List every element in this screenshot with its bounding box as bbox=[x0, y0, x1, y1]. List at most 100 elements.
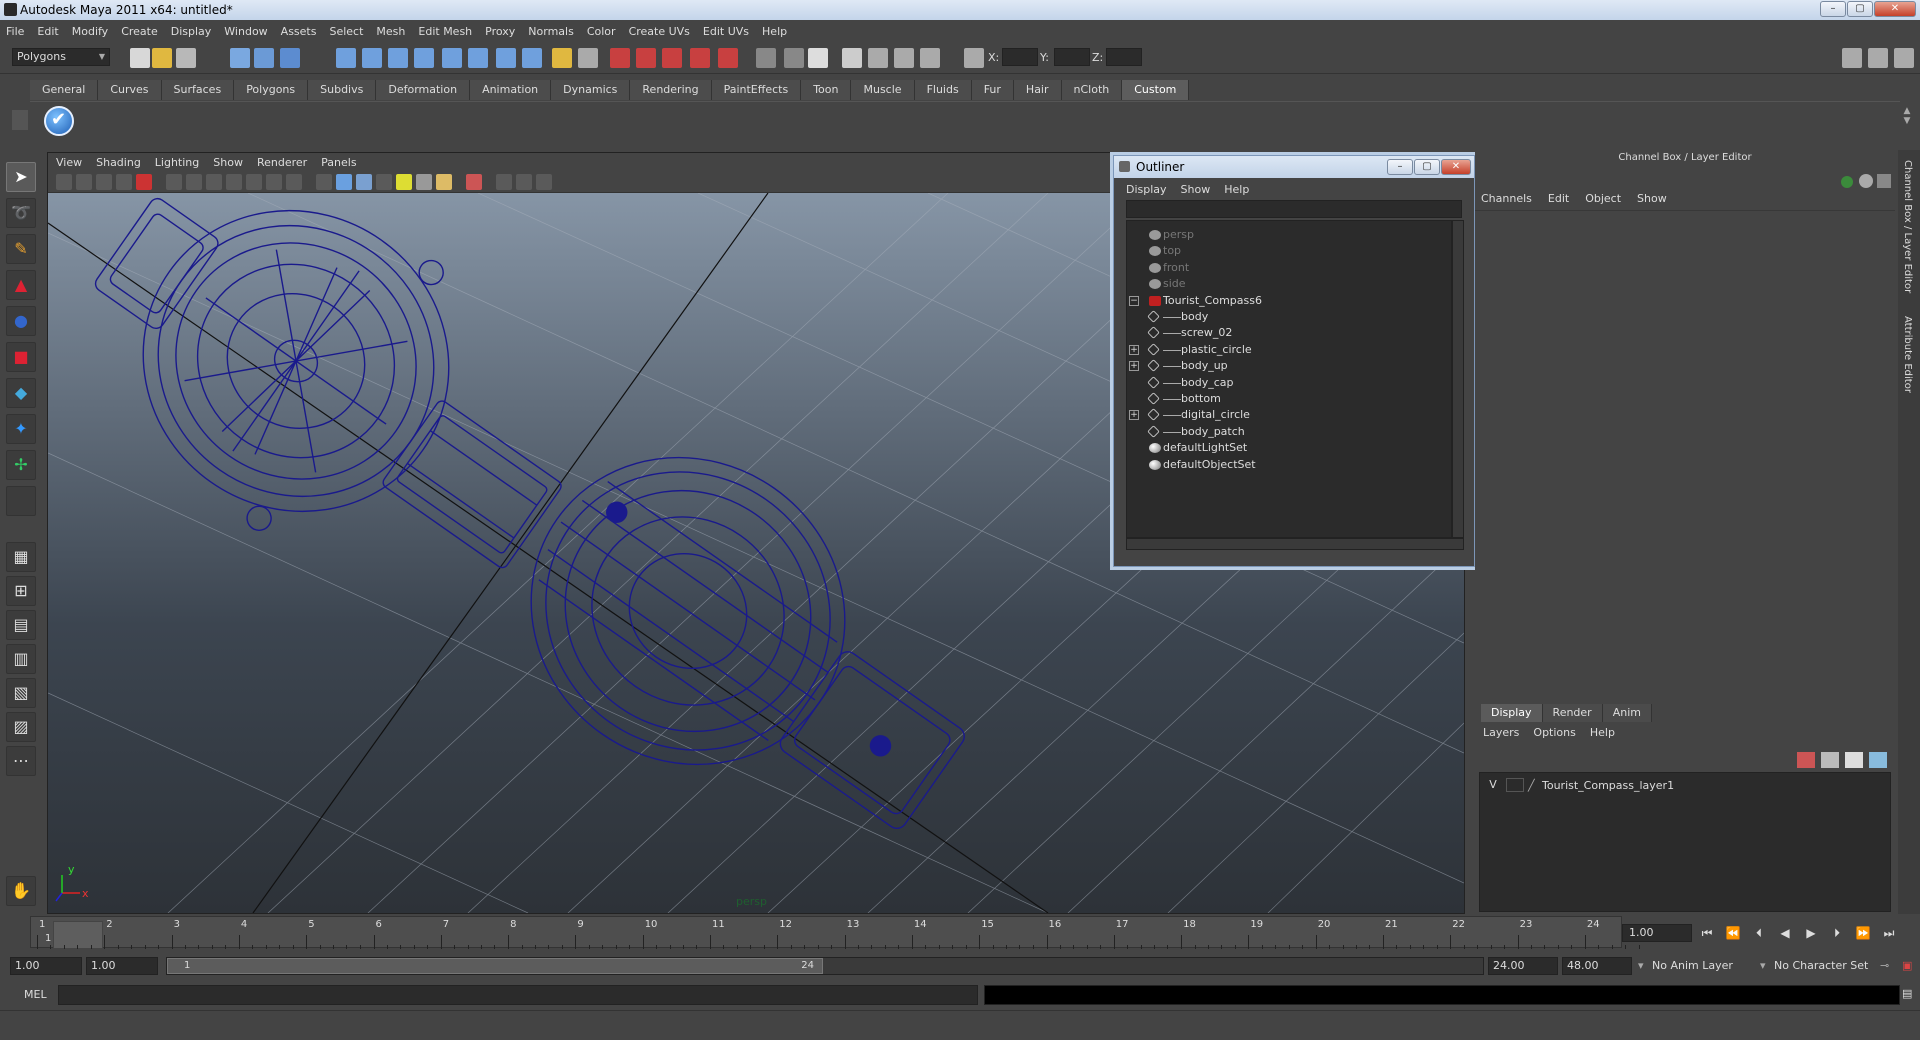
camera-lock-icon[interactable] bbox=[136, 174, 152, 190]
range-slider[interactable]: 1 24 bbox=[166, 957, 1484, 975]
paint-select-tool-icon[interactable]: ✎ bbox=[6, 234, 36, 264]
save-scene-icon[interactable] bbox=[176, 48, 196, 68]
layer-name[interactable]: Tourist_Compass_layer1 bbox=[1542, 779, 1674, 792]
manipulator-tool-icon[interactable]: ◆ bbox=[6, 378, 36, 408]
playback-end-field[interactable]: 24.00 bbox=[1488, 957, 1558, 975]
shelf-tab-surfaces[interactable]: Surfaces bbox=[161, 80, 235, 100]
grid-toggle-icon[interactable] bbox=[166, 174, 182, 190]
x-field[interactable] bbox=[1002, 48, 1038, 66]
transform-mode-icon[interactable] bbox=[964, 48, 984, 68]
viewport-menu-view[interactable]: View bbox=[56, 156, 82, 169]
animation-prefs-icon[interactable]: ▣ bbox=[1898, 957, 1912, 975]
render-view-icon[interactable] bbox=[610, 48, 630, 68]
outliner-vertical-scrollbar[interactable] bbox=[1452, 220, 1464, 538]
hypershade-icon[interactable] bbox=[718, 48, 738, 68]
scale-tool-icon[interactable]: ■ bbox=[6, 342, 36, 372]
snap-point-icon[interactable] bbox=[388, 48, 408, 68]
shelf-tab-general[interactable]: General bbox=[30, 80, 99, 100]
snap-plane-icon[interactable] bbox=[414, 48, 434, 68]
outliner-expand-toggle-icon[interactable]: + bbox=[1129, 344, 1139, 355]
history-icon[interactable] bbox=[496, 48, 516, 68]
shelf-tab-dynamics[interactable]: Dynamics bbox=[551, 80, 631, 100]
shelf-tab-subdivs[interactable]: Subdivs bbox=[308, 80, 377, 100]
command-input[interactable] bbox=[58, 985, 978, 1005]
shelf-tab-deformation[interactable]: Deformation bbox=[376, 80, 471, 100]
use-all-lights-icon[interactable] bbox=[396, 174, 412, 190]
script-editor-icon[interactable]: ▤ bbox=[1902, 987, 1912, 1000]
sidebar-toggle-icon[interactable] bbox=[808, 48, 828, 68]
menu-proxy[interactable]: Proxy bbox=[485, 25, 515, 38]
outliner-menu-display[interactable]: Display bbox=[1126, 183, 1167, 196]
attribute-editor-toggle-icon[interactable] bbox=[1842, 48, 1862, 68]
menu-create-uvs[interactable]: Create UVs bbox=[629, 25, 690, 38]
selection-mask-icon[interactable] bbox=[578, 48, 598, 68]
current-time-field[interactable]: 1.00 bbox=[1622, 924, 1692, 942]
snap-surface-icon[interactable] bbox=[442, 48, 462, 68]
gate-mask-icon[interactable] bbox=[226, 174, 242, 190]
y-field[interactable] bbox=[1054, 48, 1090, 66]
outliner-maximize-button[interactable]: ▢ bbox=[1414, 159, 1440, 175]
viewport-menu-renderer[interactable]: Renderer bbox=[257, 156, 307, 169]
panel-layout-4-icon[interactable] bbox=[920, 48, 940, 68]
textured-icon[interactable] bbox=[376, 174, 392, 190]
viewport-menu-panels[interactable]: Panels bbox=[321, 156, 356, 169]
shelf-scroll-arrows-icon[interactable]: ▲ ▼ bbox=[1900, 106, 1914, 136]
channel-menu-show[interactable]: Show bbox=[1637, 192, 1667, 205]
soft-mod-tool-icon[interactable]: ✦ bbox=[6, 414, 36, 444]
layer-edit-icon[interactable]: ╱ bbox=[1528, 779, 1542, 792]
layer-tab-display[interactable]: Display bbox=[1481, 704, 1543, 722]
menu-create[interactable]: Create bbox=[121, 25, 158, 38]
channel-menu-object[interactable]: Object bbox=[1585, 192, 1621, 205]
layer-tab-anim[interactable]: Anim bbox=[1602, 704, 1652, 722]
go-to-start-icon[interactable]: ⏮ bbox=[1698, 924, 1716, 942]
go-to-end-icon[interactable]: ⏭ bbox=[1880, 924, 1898, 942]
xray-components-icon[interactable] bbox=[536, 174, 552, 190]
layer-visibility-toggle[interactable]: V bbox=[1484, 778, 1502, 792]
character-set-dropdown[interactable]: No Character Set bbox=[1770, 957, 1868, 975]
outliner-expand-toggle-icon[interactable]: + bbox=[1129, 361, 1139, 372]
step-forward-key-icon[interactable]: ⏩ bbox=[1854, 924, 1872, 942]
shelf-tab-muscle[interactable]: Muscle bbox=[851, 80, 915, 100]
wireframe-icon[interactable] bbox=[316, 174, 332, 190]
empty-tool-slot[interactable] bbox=[6, 486, 36, 516]
quick-layout-icon[interactable]: ✋ bbox=[6, 876, 36, 906]
new-layer-icon[interactable] bbox=[1797, 752, 1815, 768]
side-tab-channel-box[interactable]: Channel Box / Layer Editor bbox=[1902, 160, 1913, 293]
command-language-toggle[interactable]: MEL bbox=[24, 988, 47, 1001]
camera-tumble-icon[interactable] bbox=[76, 174, 92, 190]
menu-color[interactable]: Color bbox=[587, 25, 616, 38]
single-perspective-layout-icon[interactable]: ▦ bbox=[6, 542, 36, 572]
layout-options-icon[interactable]: ⋯ bbox=[6, 746, 36, 776]
outliner-expand-toggle-icon[interactable]: − bbox=[1129, 295, 1139, 306]
layer-menu-layers[interactable]: Layers bbox=[1483, 726, 1519, 739]
select-hierarchy-icon[interactable] bbox=[230, 48, 250, 68]
shelf-tab-animation[interactable]: Animation bbox=[470, 80, 552, 100]
channel-box-area[interactable] bbox=[1475, 210, 1895, 696]
viewport-menu-show[interactable]: Show bbox=[213, 156, 243, 169]
start-time-field[interactable]: 1.00 bbox=[10, 957, 82, 975]
absolute-transform-icon[interactable] bbox=[784, 48, 804, 68]
help-icon[interactable] bbox=[522, 48, 542, 68]
time-slider[interactable]: 1 1 2 3 4 5 6 7 8 9 10 11 12 13 14 15 16 17 18 19 20 21 22 23 2… bbox=[10, 914, 1640, 950]
tool-settings-toggle-icon[interactable] bbox=[1868, 48, 1888, 68]
menu-select[interactable]: Select bbox=[329, 25, 363, 38]
safe-title-icon[interactable] bbox=[286, 174, 302, 190]
layer-help-icon[interactable] bbox=[1869, 752, 1887, 768]
menu-modify[interactable]: Modify bbox=[72, 25, 108, 38]
lock-icon[interactable] bbox=[552, 48, 572, 68]
layer-menu-help[interactable]: Help bbox=[1590, 726, 1615, 739]
menu-window[interactable]: Window bbox=[224, 25, 267, 38]
viewport-menu-shading[interactable]: Shading bbox=[96, 156, 141, 169]
wireframe-on-shaded-icon[interactable] bbox=[356, 174, 372, 190]
menu-mesh[interactable]: Mesh bbox=[376, 25, 405, 38]
play-forwards-icon[interactable]: ▶ bbox=[1802, 924, 1820, 942]
anim-layer-dropdown-arrow-icon[interactable]: ▾ bbox=[1634, 957, 1644, 975]
custom-shelf-checkmark-icon[interactable] bbox=[44, 106, 74, 136]
snap-grid-icon[interactable] bbox=[336, 48, 356, 68]
channel-wand-icon[interactable] bbox=[1877, 174, 1891, 188]
menu-edit[interactable]: Edit bbox=[37, 25, 58, 38]
step-back-key-icon[interactable]: ⏪ bbox=[1724, 924, 1742, 942]
shelf-menu-icon[interactable] bbox=[12, 110, 28, 130]
outliner-filter-field[interactable] bbox=[1126, 200, 1462, 218]
shelf-tab-fluids[interactable]: Fluids bbox=[914, 80, 972, 100]
